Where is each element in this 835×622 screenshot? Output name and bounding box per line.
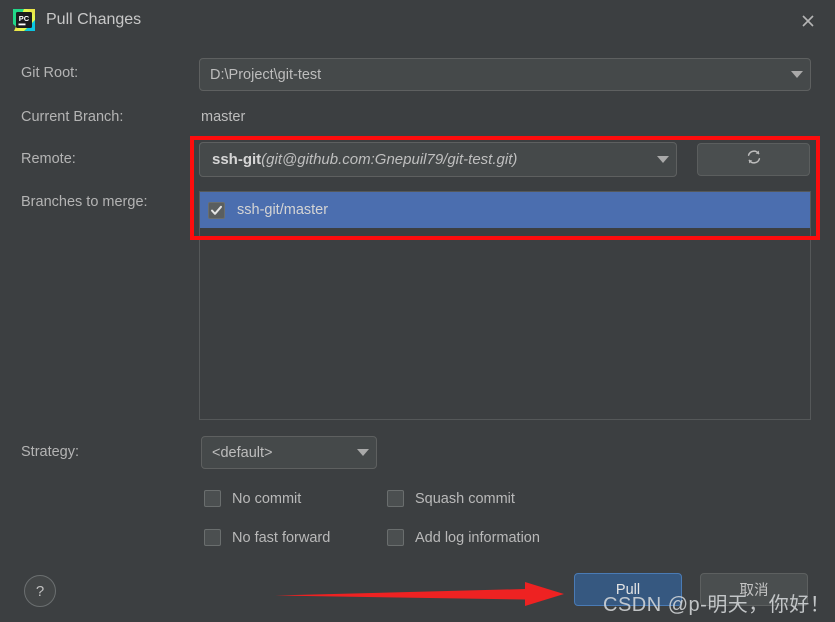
list-item[interactable]: ssh-git/master [200,192,810,228]
strategy-combo[interactable]: <default> [201,436,377,469]
no-fast-forward-checkbox-row[interactable]: No fast forward [204,529,330,546]
add-log-information-checkbox-row[interactable]: Add log information [387,529,540,546]
remote-label: Remote: [21,151,76,167]
branch-label: ssh-git/master [237,202,329,218]
git-root-combo[interactable]: D:\Project\git-test [199,58,811,91]
branches-to-merge-label: Branches to merge: [21,194,148,210]
remote-name: ssh-git [212,151,262,168]
chevron-down-icon [784,71,810,78]
chevron-down-icon [350,449,376,456]
remote-value: ssh-git(git@github.com:Gnepuil79/git-tes… [200,151,650,168]
help-button[interactable]: ? [24,575,56,607]
strategy-label: Strategy: [21,444,80,460]
git-root-label: Git Root: [21,65,79,81]
add-log-information-checkbox[interactable] [387,529,404,546]
squash-commit-checkbox-row[interactable]: Squash commit [387,490,515,507]
cancel-button[interactable]: 取消 [700,573,808,606]
current-branch-label: Current Branch: [21,109,124,125]
branch-checkbox[interactable] [208,201,225,219]
red-arrow-annotation [275,578,565,610]
pycharm-logo-icon: PC [12,8,36,32]
no-commit-label: No commit [232,490,302,507]
dialog-title: Pull Changes [46,11,142,28]
refresh-remotes-button[interactable] [697,143,810,176]
git-root-value: D:\Project\git-test [210,66,322,83]
chevron-down-icon [650,156,676,163]
current-branch-value: master [201,109,246,125]
pull-button[interactable]: Pull [574,573,682,606]
svg-text:PC: PC [19,14,30,23]
branches-to-merge-list[interactable]: ssh-git/master [199,191,811,420]
remote-url: (git@github.com:Gnepuil79/git-test.git) [261,151,518,168]
no-fast-forward-label: No fast forward [232,529,331,546]
remote-combo[interactable]: ssh-git(git@github.com:Gnepuil79/git-tes… [199,142,677,177]
squash-commit-checkbox[interactable] [387,490,404,507]
add-log-information-label: Add log information [415,529,540,546]
title-bar: PC Pull Changes [0,0,835,42]
squash-commit-label: Squash commit [415,490,515,507]
close-icon[interactable] [793,6,823,36]
strategy-value: <default> [212,444,273,461]
refresh-icon [745,148,763,171]
no-fast-forward-checkbox[interactable] [204,529,221,546]
no-commit-checkbox-row[interactable]: No commit [204,490,301,507]
no-commit-checkbox[interactable] [204,490,221,507]
